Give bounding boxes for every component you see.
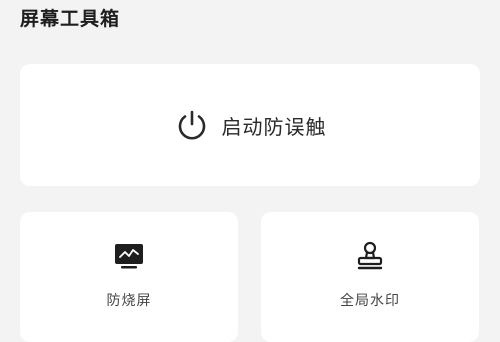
start-anti-mistouch-label: 启动防误触 xyxy=(221,114,327,139)
page-title: 屏幕工具箱 xyxy=(20,8,121,30)
anti-burn-in-button[interactable]: 防烧屏 xyxy=(20,212,238,342)
global-watermark-label: 全局水印 xyxy=(340,293,400,309)
power-icon xyxy=(174,107,210,143)
anti-burn-in-label: 防烧屏 xyxy=(106,293,152,309)
global-watermark-button[interactable]: 全局水印 xyxy=(261,212,479,342)
stamp-icon xyxy=(354,240,386,272)
start-anti-mistouch-button[interactable]: 启动防误触 xyxy=(20,64,480,186)
monitor-chart-icon xyxy=(113,240,145,272)
